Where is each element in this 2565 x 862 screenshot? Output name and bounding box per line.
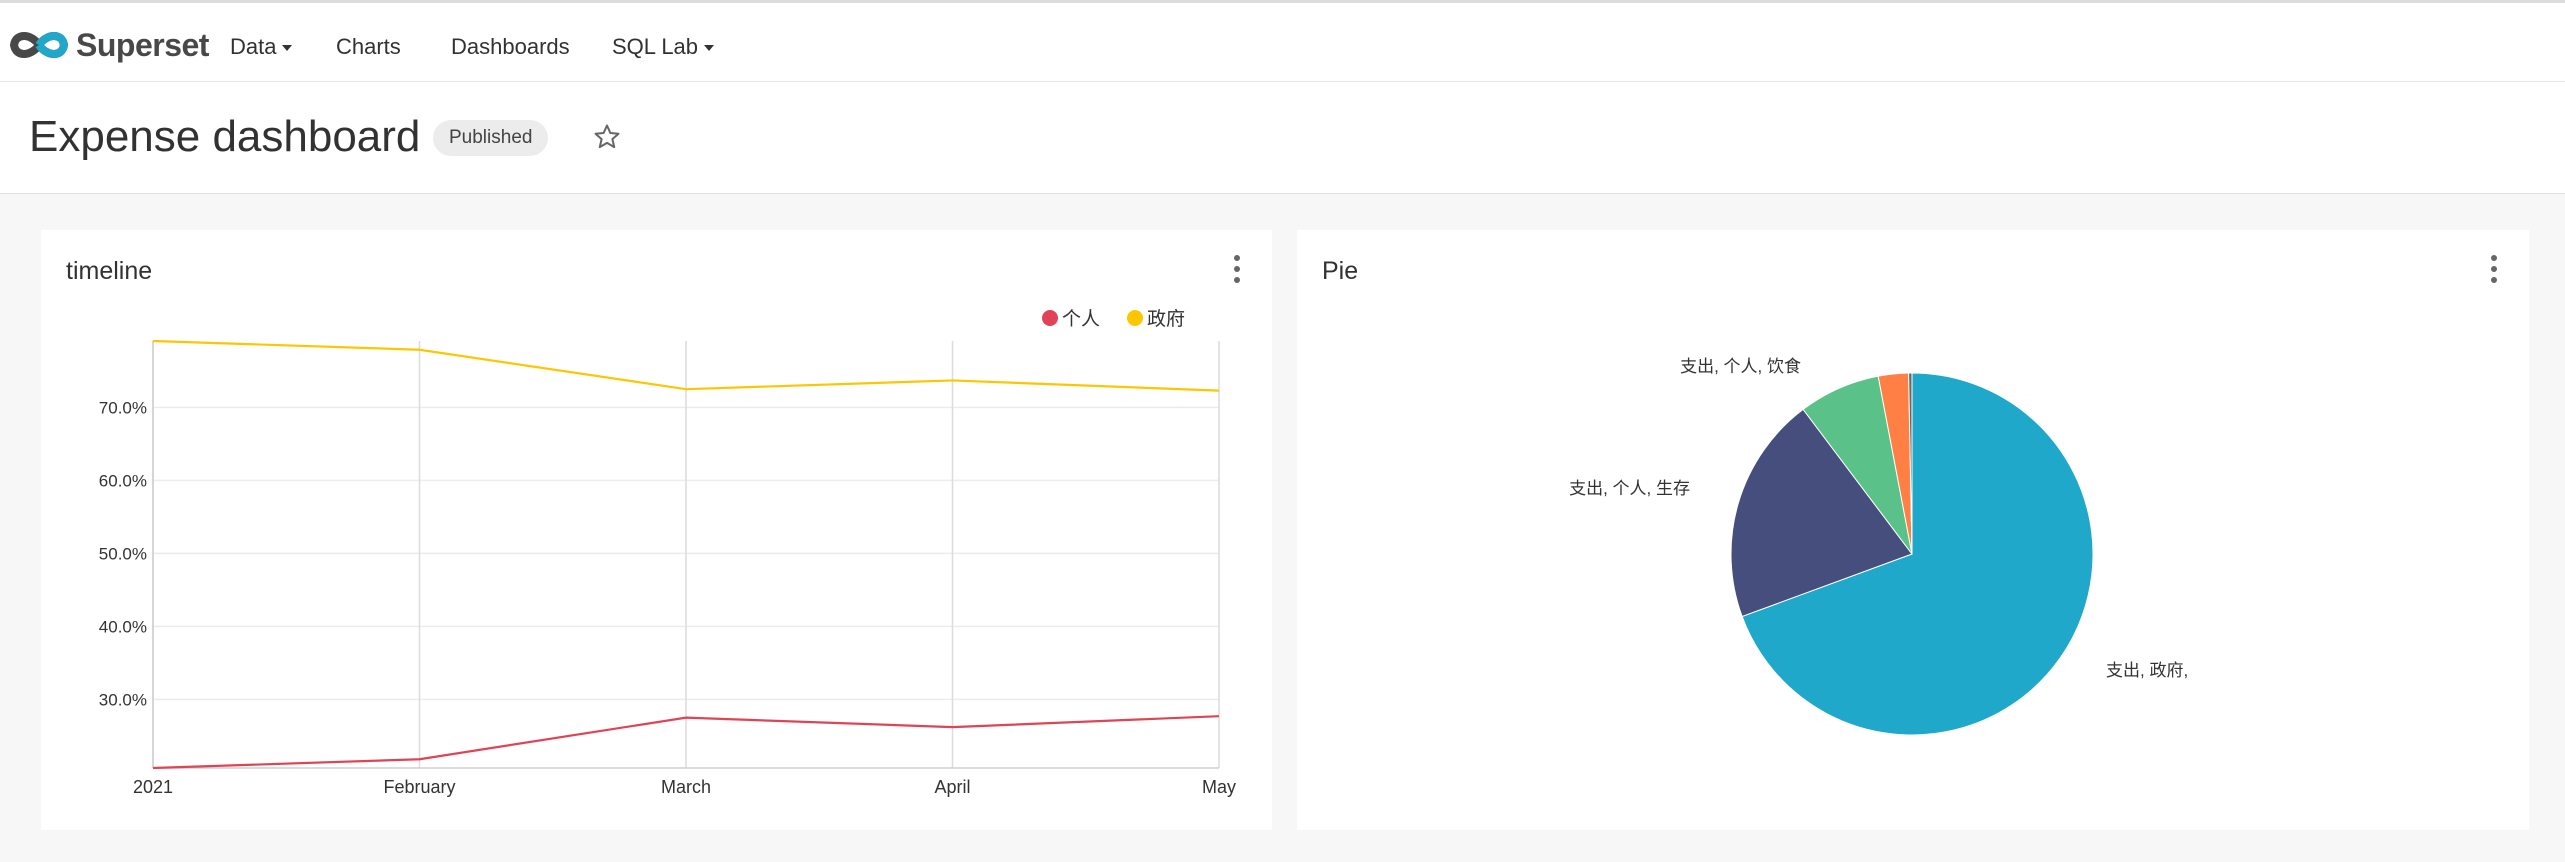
y-tick-label: 50.0% <box>99 544 147 563</box>
pie-slice-label: 支出, 政府, <box>2106 661 2188 680</box>
top-navbar: Superset Data Charts Dashboards SQL Lab <box>0 0 2565 82</box>
y-tick-label: 30.0% <box>99 690 147 709</box>
x-tick-label: 2021 <box>133 777 173 797</box>
x-tick-label: March <box>661 777 711 797</box>
y-tick-label: 60.0% <box>99 471 147 490</box>
star-icon[interactable] <box>592 122 622 152</box>
superset-logo[interactable]: Superset <box>8 23 209 67</box>
nav-sql-lab-label: SQL Lab <box>612 34 699 59</box>
legend-label: 个人 <box>1062 308 1100 330</box>
brand-name: Superset <box>76 26 209 63</box>
legend-marker <box>1042 310 1058 326</box>
pie-slice-label: 支出, 个人, 生存 <box>1569 479 1690 498</box>
nav-dashboards-label: Dashboards <box>451 34 570 59</box>
legend-marker <box>1127 310 1143 326</box>
chevron-down-icon <box>704 45 715 52</box>
nav-dashboards-link[interactable]: Dashboards <box>451 27 570 67</box>
nav-data-menu[interactable]: Data <box>230 27 293 67</box>
chevron-down-icon <box>282 45 293 52</box>
pie-chart-card: Pie 支出, 政府, 支出, 个人, 生存 支出, 个人, 饮食 <box>1297 230 2529 830</box>
legend-label: 政府 <box>1147 308 1185 330</box>
dashboard-header: Expense dashboard Published <box>0 82 2565 194</box>
x-tick-label: February <box>383 777 455 797</box>
nav-sql-lab-menu[interactable]: SQL Lab <box>612 27 715 67</box>
legend-item[interactable]: 政府 <box>1127 308 1185 330</box>
x-tick-label: April <box>934 777 970 797</box>
infinity-logo-icon <box>10 32 69 58</box>
x-tick-label: May <box>1202 777 1236 797</box>
y-tick-label: 70.0% <box>99 398 147 417</box>
legend-item[interactable]: 个人 <box>1042 308 1100 330</box>
nav-charts-link[interactable]: Charts <box>336 27 401 67</box>
dashboard-title[interactable]: Expense dashboard <box>29 112 420 162</box>
timeline-line-chart: 70.0% 60.0% 50.0% 40.0% 30.0% 2021 February Mar… <box>99 308 1236 797</box>
timeline-chart-card: timeline 70.0% 60.0% 50.0% 40.0% 30.0% 2021 Fe… <box>41 230 1272 830</box>
y-tick-label: 40.0% <box>99 617 147 636</box>
pie-chart: 支出, 政府, 支出, 个人, 生存 支出, 个人, 饮食 <box>1569 357 2188 736</box>
published-status-badge[interactable]: Published <box>433 120 549 156</box>
nav-charts-label: Charts <box>336 34 401 59</box>
pie-slice-label: 支出, 个人, 饮食 <box>1680 357 1801 376</box>
nav-data-label: Data <box>230 34 277 59</box>
